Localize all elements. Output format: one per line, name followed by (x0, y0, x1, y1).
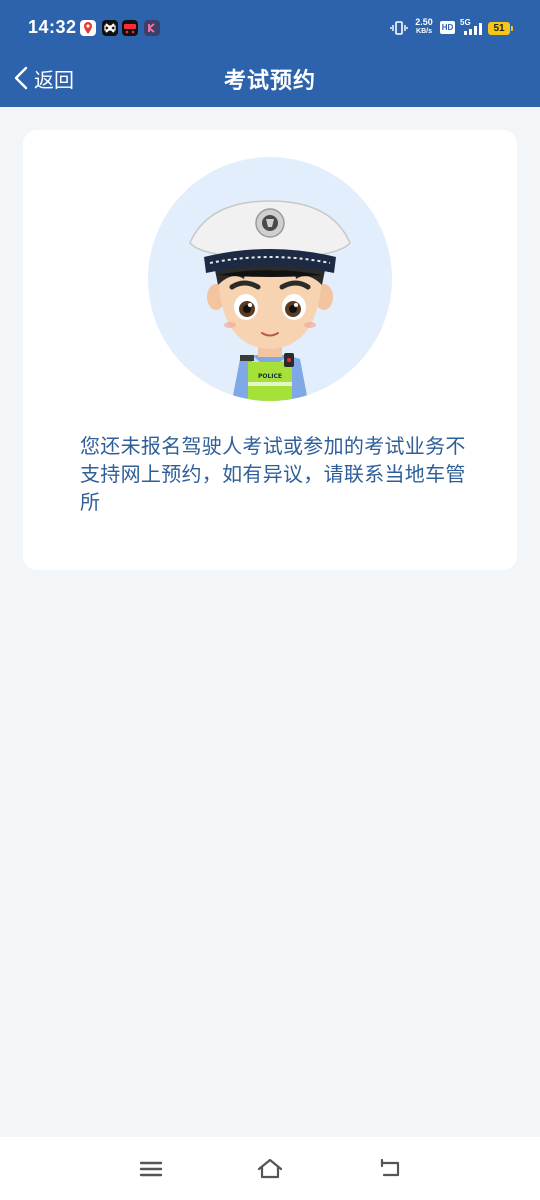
map-pin-icon (80, 20, 96, 36)
notice-message: 您还未报名驾驶人考试或参加的考试业务不支持网上预约，如有异议，请联系当地车管所 (80, 434, 466, 514)
net-speed-value: 2.50 (415, 17, 433, 27)
battery-indicator: 51 (488, 22, 513, 35)
net-speed: 2.50 KB/s (412, 18, 436, 36)
status-bar: 14:32 2.50 KB/s HD 5G 51 (0, 0, 540, 55)
back-icon (380, 1158, 400, 1177)
nav-bar: 返回 考试预约 (0, 55, 540, 107)
police-officer-illustration: POLICE (189, 200, 351, 401)
home-icon (257, 1158, 283, 1179)
top-header: 14:32 2.50 KB/s HD 5G 51 返回 考试预约 (0, 0, 540, 107)
status-time: 14:32 (28, 17, 77, 37)
tmall-icon (122, 20, 138, 36)
signal-icon: 5G (460, 18, 484, 36)
system-back-button[interactable] (377, 1155, 405, 1183)
net-speed-unit: KB/s (416, 28, 432, 35)
notice-card: POLICE 您还未报名驾驶人考试或参加的考试业务不支持网上预约，如有异议，请联… (23, 130, 517, 570)
page-title: 考试预约 (223, 69, 316, 94)
home-button[interactable] (256, 1155, 284, 1183)
network-type: 5G (460, 18, 471, 27)
police-badge-text: POLICE (258, 373, 282, 380)
capcut-icon (102, 20, 118, 36)
hd-badge: HD (440, 21, 455, 34)
k-app-icon (144, 20, 160, 36)
vibrate-icon (390, 20, 408, 36)
menu-icon (139, 1161, 163, 1177)
police-avatar: POLICE (148, 157, 392, 401)
system-nav-bar (0, 1137, 540, 1200)
menu-button[interactable] (137, 1155, 165, 1183)
